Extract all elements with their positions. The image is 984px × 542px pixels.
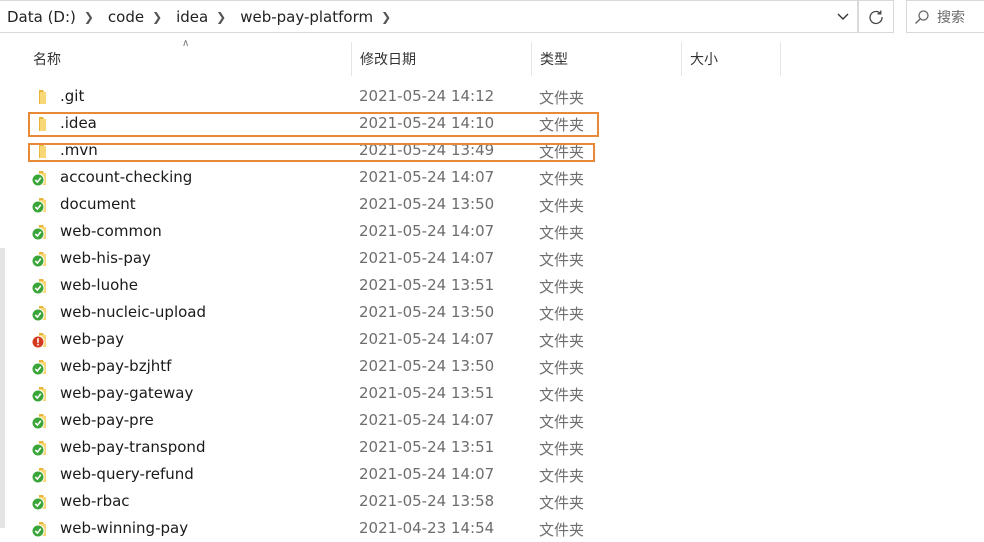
file-modified-date: 2021-05-24 14:07 xyxy=(359,222,495,240)
file-type: 文件夹 xyxy=(539,494,585,512)
file-name[interactable]: account-checking xyxy=(60,168,192,186)
file-modified-date: 2021-05-24 13:50 xyxy=(359,357,495,375)
chevron-down-icon xyxy=(837,13,849,20)
file-name[interactable]: web-pay-bzjhtf xyxy=(60,357,171,375)
file-row[interactable]: web-luohe 2021-05-24 13:51 文件夹 xyxy=(27,272,727,299)
svn-ok-folder-icon xyxy=(31,277,51,295)
svn-ok-folder-icon xyxy=(31,196,51,214)
search-icon xyxy=(907,9,937,25)
highlight-box xyxy=(28,143,595,162)
chevron-right-icon[interactable]: ❯ xyxy=(208,10,234,24)
breadcrumb-drive[interactable]: Data (D:) xyxy=(0,8,76,26)
svn-ok-folder-icon xyxy=(31,358,51,376)
file-type: 文件夹 xyxy=(539,170,585,188)
search-box[interactable]: 搜索 xyxy=(906,0,984,33)
file-modified-date: 2021-05-24 14:07 xyxy=(359,411,495,429)
file-row[interactable]: web-query-refund 2021-05-24 14:07 文件夹 xyxy=(27,461,727,488)
file-name[interactable]: web-common xyxy=(60,222,162,240)
file-row[interactable]: web-his-pay 2021-05-24 14:07 文件夹 xyxy=(27,245,727,272)
svn-ok-folder-icon xyxy=(31,304,51,322)
file-name[interactable]: document xyxy=(60,195,136,213)
file-type: 文件夹 xyxy=(539,278,585,296)
svn-ok-folder-icon xyxy=(31,169,51,187)
breadcrumb-code[interactable]: code xyxy=(102,8,144,26)
file-type: 文件夹 xyxy=(539,224,585,242)
svn-ok-folder-icon xyxy=(31,520,51,538)
svn-ok-folder-icon xyxy=(31,223,51,241)
column-header-name[interactable]: 名称 xyxy=(27,42,351,76)
file-modified-date: 2021-05-24 13:50 xyxy=(359,303,495,321)
file-name[interactable]: web-pay xyxy=(60,330,124,348)
svn-ok-folder-icon xyxy=(31,412,51,430)
file-name[interactable]: web-pay-gateway xyxy=(60,384,193,402)
folder-icon xyxy=(31,88,51,106)
file-row[interactable]: .git 2021-05-24 14:12 文件夹 xyxy=(27,83,727,110)
file-modified-date: 2021-05-24 14:07 xyxy=(359,249,495,267)
svn-modified-folder-icon xyxy=(31,331,51,349)
file-name[interactable]: web-query-refund xyxy=(60,465,194,483)
file-row[interactable]: document 2021-05-24 13:50 文件夹 xyxy=(27,191,727,218)
file-name[interactable]: web-winning-pay xyxy=(60,519,188,537)
file-name[interactable]: web-pay-pre xyxy=(60,411,154,429)
svn-ok-folder-icon xyxy=(31,385,51,403)
file-modified-date: 2021-05-24 13:51 xyxy=(359,384,495,402)
file-row[interactable]: account-checking 2021-05-24 14:07 文件夹 xyxy=(27,164,727,191)
file-name[interactable]: .git xyxy=(60,87,84,105)
file-modified-date: 2021-05-24 14:12 xyxy=(359,87,495,105)
breadcrumb-web-pay-platform[interactable]: web-pay-platform xyxy=(234,8,373,26)
svn-ok-folder-icon xyxy=(31,250,51,268)
svn-ok-folder-icon xyxy=(31,439,51,457)
file-modified-date: 2021-05-24 14:07 xyxy=(359,168,495,186)
file-row[interactable]: web-pay 2021-05-24 14:07 文件夹 xyxy=(27,326,727,353)
file-row[interactable]: web-common 2021-05-24 14:07 文件夹 xyxy=(27,218,727,245)
address-history-dropdown[interactable] xyxy=(829,1,857,32)
file-name[interactable]: web-nucleic-upload xyxy=(60,303,206,321)
file-type: 文件夹 xyxy=(539,359,585,377)
column-header-size[interactable]: 大小 xyxy=(681,42,781,76)
file-type: 文件夹 xyxy=(539,332,585,350)
svn-ok-folder-icon xyxy=(31,466,51,484)
file-row[interactable]: web-winning-pay 2021-04-23 14:54 文件夹 xyxy=(27,515,727,542)
file-type: 文件夹 xyxy=(539,197,585,215)
file-row[interactable]: web-nucleic-upload 2021-05-24 13:50 文件夹 xyxy=(27,299,727,326)
refresh-button[interactable] xyxy=(858,0,894,33)
address-bar[interactable]: Data (D:) ❯ code ❯ idea ❯ web-pay-platfo… xyxy=(0,0,858,33)
file-name[interactable]: web-luohe xyxy=(60,276,138,294)
nav-pane-scrollbar[interactable] xyxy=(0,248,5,528)
chevron-right-icon[interactable]: ❯ xyxy=(76,10,102,24)
file-row[interactable]: web-pay-gateway 2021-05-24 13:51 文件夹 xyxy=(27,380,727,407)
file-name[interactable]: web-rbac xyxy=(60,492,130,510)
file-modified-date: 2021-05-24 13:51 xyxy=(359,438,495,456)
breadcrumb-idea[interactable]: idea xyxy=(170,8,208,26)
file-row[interactable]: web-rbac 2021-05-24 13:58 文件夹 xyxy=(27,488,727,515)
file-type: 文件夹 xyxy=(539,467,585,485)
file-name[interactable]: web-his-pay xyxy=(60,249,151,267)
highlight-box xyxy=(28,112,599,137)
file-row[interactable]: web-pay-transpond 2021-05-24 13:51 文件夹 xyxy=(27,434,727,461)
file-modified-date: 2021-04-23 14:54 xyxy=(359,519,495,537)
chevron-right-icon[interactable]: ❯ xyxy=(144,10,170,24)
column-header-date[interactable]: 修改日期 xyxy=(351,42,531,76)
file-type: 文件夹 xyxy=(539,89,585,107)
chevron-right-icon[interactable]: ❯ xyxy=(373,10,399,24)
search-placeholder[interactable]: 搜索 xyxy=(937,7,965,27)
column-header-type[interactable]: 类型 xyxy=(531,42,681,76)
file-modified-date: 2021-05-24 14:07 xyxy=(359,330,495,348)
file-name[interactable]: web-pay-transpond xyxy=(60,438,205,456)
svn-ok-folder-icon xyxy=(31,493,51,511)
file-type: 文件夹 xyxy=(539,521,585,539)
file-type: 文件夹 xyxy=(539,440,585,458)
file-modified-date: 2021-05-24 13:50 xyxy=(359,195,495,213)
file-row[interactable]: web-pay-pre 2021-05-24 14:07 文件夹 xyxy=(27,407,727,434)
file-type: 文件夹 xyxy=(539,386,585,404)
file-modified-date: 2021-05-24 13:51 xyxy=(359,276,495,294)
file-row[interactable]: web-pay-bzjhtf 2021-05-24 13:50 文件夹 xyxy=(27,353,727,380)
file-type: 文件夹 xyxy=(539,305,585,323)
file-modified-date: 2021-05-24 14:07 xyxy=(359,465,495,483)
file-modified-date: 2021-05-24 13:58 xyxy=(359,492,495,510)
refresh-icon xyxy=(869,10,883,24)
file-type: 文件夹 xyxy=(539,413,585,431)
file-type: 文件夹 xyxy=(539,251,585,269)
